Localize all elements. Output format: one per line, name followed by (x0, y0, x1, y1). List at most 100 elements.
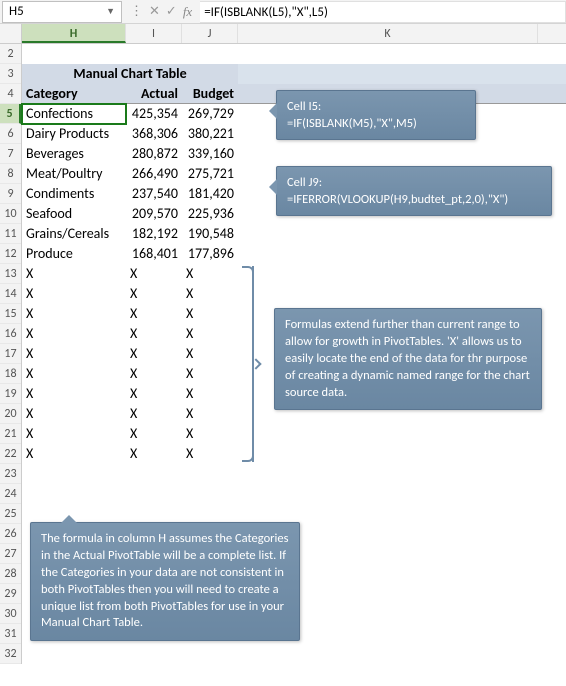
row-header[interactable]: 12 (0, 244, 21, 264)
cell-budget[interactable]: X (182, 284, 238, 304)
cell-budget[interactable]: 380,221 (182, 124, 238, 144)
row-header[interactable]: 29 (0, 584, 21, 604)
cell-budget[interactable]: X (182, 304, 238, 324)
row-header[interactable]: 4 (0, 84, 21, 104)
grid-cells[interactable]: Manual Chart TableCategoryActualBudget Co… (22, 44, 566, 664)
cell-actual[interactable]: X (126, 404, 182, 424)
cell-actual[interactable]: 425,354 (126, 104, 182, 124)
cell-budget[interactable]: 181,420 (182, 184, 238, 204)
col-header-category[interactable]: Category (22, 84, 126, 104)
cell-actual[interactable]: X (126, 304, 182, 324)
cell-category[interactable]: X (22, 324, 126, 344)
cell-actual[interactable]: 237,540 (126, 184, 182, 204)
row-header[interactable]: 20 (0, 404, 21, 424)
row-header[interactable]: 31 (0, 624, 21, 644)
row-header[interactable]: 2 (0, 44, 21, 64)
cell-budget[interactable]: X (182, 364, 238, 384)
row-header[interactable]: 24 (0, 484, 21, 504)
row-header[interactable]: 27 (0, 544, 21, 564)
cell-actual[interactable]: 266,490 (126, 164, 182, 184)
table-title[interactable]: Manual Chart Table (22, 64, 238, 84)
row-header[interactable]: 13 (0, 264, 21, 284)
cell-category[interactable]: X (22, 444, 126, 464)
cell-budget[interactable]: 339,160 (182, 144, 238, 164)
row-header[interactable]: 5 (0, 104, 21, 124)
cell-category[interactable]: X (22, 304, 126, 324)
row-header[interactable]: 18 (0, 364, 21, 384)
column-header-H[interactable]: H (22, 24, 126, 43)
cell-category[interactable]: Meat/Poultry (22, 164, 126, 184)
cell-actual[interactable]: X (126, 324, 182, 344)
cell-category[interactable]: X (22, 344, 126, 364)
col-header-budget[interactable]: Budget (182, 84, 238, 104)
column-header-J[interactable]: J (182, 24, 238, 43)
cell-category[interactable]: Condiments (22, 184, 126, 204)
cancel-icon[interactable]: ✕ (149, 4, 160, 19)
row-header[interactable]: 30 (0, 604, 21, 624)
row-header[interactable]: 3 (0, 64, 21, 84)
cell-actual[interactable]: 168,401 (126, 244, 182, 264)
row-header[interactable]: 25 (0, 504, 21, 524)
cell-actual[interactable]: X (126, 344, 182, 364)
row-header[interactable]: 32 (0, 644, 21, 664)
cell-category[interactable]: X (22, 364, 126, 384)
chevron-down-icon[interactable]: ▼ (106, 6, 115, 17)
cell-category[interactable]: Seafood (22, 204, 126, 224)
cell-category[interactable]: Produce (22, 244, 126, 264)
cell-budget[interactable]: X (182, 344, 238, 364)
row-header[interactable]: 22 (0, 444, 21, 464)
row-header[interactable]: 19 (0, 384, 21, 404)
cell-budget[interactable]: 275,721 (182, 164, 238, 184)
cell-category[interactable]: X (22, 264, 126, 284)
cell-budget[interactable]: X (182, 264, 238, 284)
cell-budget[interactable]: X (182, 424, 238, 444)
cell-category[interactable]: X (22, 404, 126, 424)
name-box[interactable]: H5 ▼ (2, 1, 122, 23)
row-header[interactable]: 21 (0, 424, 21, 444)
select-all-corner[interactable] (0, 24, 22, 43)
row-header[interactable]: 9 (0, 184, 21, 204)
cell-actual[interactable]: X (126, 424, 182, 444)
cell-category[interactable]: X (22, 384, 126, 404)
row-header[interactable]: 16 (0, 324, 21, 344)
row-header[interactable]: 23 (0, 464, 21, 484)
cell-budget[interactable]: 269,729 (182, 104, 238, 124)
row-header[interactable]: 17 (0, 344, 21, 364)
row-header[interactable]: 10 (0, 204, 21, 224)
row-header[interactable]: 6 (0, 124, 21, 144)
cell-actual[interactable]: X (126, 444, 182, 464)
cell-budget[interactable]: X (182, 444, 238, 464)
column-header-I[interactable]: I (126, 24, 182, 43)
cell-category[interactable]: X (22, 284, 126, 304)
cell-budget[interactable]: 190,548 (182, 224, 238, 244)
cell-category[interactable]: Dairy Products (22, 124, 126, 144)
column-header-K[interactable]: K (238, 24, 538, 43)
row-header[interactable]: 28 (0, 564, 21, 584)
row-header[interactable]: 8 (0, 164, 21, 184)
cell-category[interactable]: Confections (22, 104, 126, 124)
cell-actual[interactable]: X (126, 284, 182, 304)
row-header[interactable]: 15 (0, 304, 21, 324)
cell-actual[interactable]: 209,570 (126, 204, 182, 224)
cell-category[interactable]: X (22, 424, 126, 444)
cell-actual[interactable]: 280,872 (126, 144, 182, 164)
cell-actual[interactable]: 182,192 (126, 224, 182, 244)
cell-budget[interactable]: X (182, 324, 238, 344)
row-header[interactable]: 14 (0, 284, 21, 304)
enter-icon[interactable]: ✓ (166, 4, 177, 19)
col-header-actual[interactable]: Actual (126, 84, 182, 104)
cell-budget[interactable]: 177,896 (182, 244, 238, 264)
cell-budget[interactable]: X (182, 384, 238, 404)
formula-input[interactable]: =IF(ISBLANK(L5),"X",L5) (200, 1, 566, 23)
cell-budget[interactable]: 225,936 (182, 204, 238, 224)
cell-actual[interactable]: X (126, 364, 182, 384)
row-header[interactable]: 7 (0, 144, 21, 164)
cell-actual[interactable]: 368,306 (126, 124, 182, 144)
cell-budget[interactable]: X (182, 404, 238, 424)
cell-category[interactable]: Beverages (22, 144, 126, 164)
row-header[interactable]: 11 (0, 224, 21, 244)
cell-actual[interactable]: X (126, 384, 182, 404)
row-header[interactable]: 26 (0, 524, 21, 544)
fx-icon[interactable]: fx (183, 4, 192, 20)
cell-category[interactable]: Grains/Cereals (22, 224, 126, 244)
